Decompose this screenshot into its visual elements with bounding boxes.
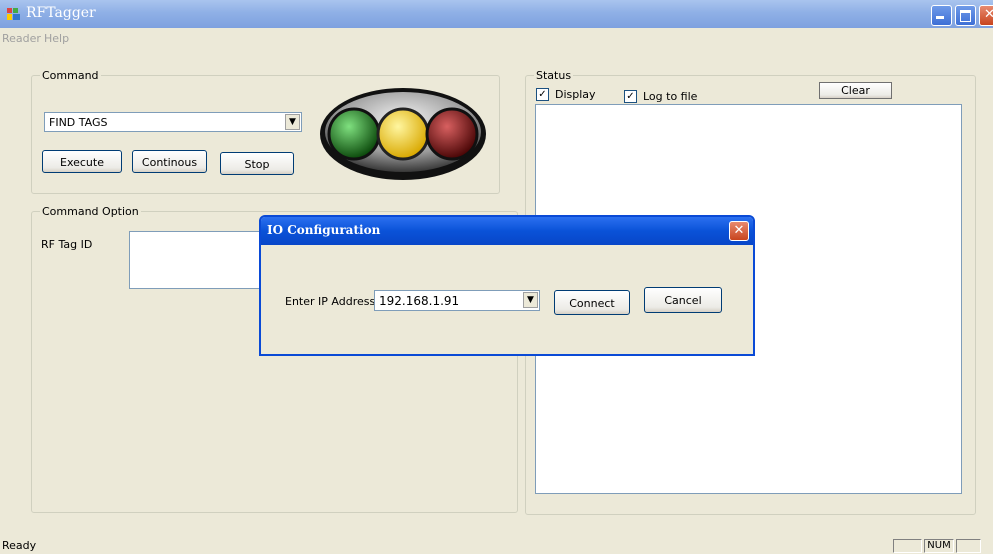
red-light <box>425 107 479 161</box>
command-legend: Command <box>40 69 101 82</box>
command-select-value: FIND TAGS <box>49 116 108 129</box>
ip-address-combo[interactable]: 192.168.1.91 ▼ <box>374 290 540 311</box>
maximize-button[interactable] <box>955 5 976 26</box>
check-icon[interactable]: ✓ <box>624 90 637 103</box>
green-light <box>327 107 381 161</box>
command-select[interactable]: FIND TAGS ▼ <box>44 112 302 132</box>
chevron-down-icon[interactable]: ▼ <box>285 114 300 130</box>
maximize-icon <box>960 10 971 22</box>
status-text: Ready <box>2 539 37 552</box>
status-bar: Ready NUM <box>0 538 993 554</box>
close-button[interactable]: ✕ <box>979 5 993 26</box>
chevron-down-icon[interactable]: ▼ <box>523 292 538 308</box>
status-panel-scrl <box>956 539 981 553</box>
app-icon <box>6 6 22 22</box>
status-panel-num: NUM <box>924 539 954 553</box>
window-title: RFTagger <box>26 5 96 21</box>
execute-button[interactable]: Execute <box>42 150 122 173</box>
ip-address-label: Enter IP Address <box>285 295 376 308</box>
command-option-legend: Command Option <box>40 205 141 218</box>
menu-reader[interactable]: Reader <box>2 32 41 45</box>
dialog-title-bar[interactable]: IO Configuration ✕ <box>261 217 753 245</box>
ip-address-value[interactable]: 192.168.1.91 <box>379 294 459 308</box>
log-to-file-label: Log to file <box>643 90 698 103</box>
dialog-title: IO Configuration <box>267 223 381 237</box>
io-configuration-dialog: IO Configuration ✕ Enter IP Address 192.… <box>259 215 755 356</box>
display-label: Display <box>555 88 596 101</box>
clear-button[interactable]: Clear <box>819 82 892 99</box>
check-icon[interactable]: ✓ <box>536 88 549 101</box>
menu-help[interactable]: Help <box>44 32 69 45</box>
minimize-button[interactable] <box>931 5 952 26</box>
rf-tag-label: RF Tag ID <box>41 238 93 251</box>
menu-bar: Reader Help <box>0 28 993 50</box>
command-group: Command FIND TAGS ▼ Execute Continous St… <box>31 69 500 194</box>
minimize-icon <box>936 16 944 19</box>
main-window: RFTagger ✕ Reader Help Command FIND TAGS… <box>0 0 993 554</box>
stop-button[interactable]: Stop <box>220 152 294 175</box>
log-to-file-checkbox[interactable]: ✓ Log to file <box>624 90 697 103</box>
status-panel-caps <box>893 539 922 553</box>
close-icon: ✕ <box>984 7 993 22</box>
continous-button[interactable]: Continous <box>132 150 207 173</box>
traffic-light <box>318 84 488 184</box>
yellow-light <box>376 107 430 161</box>
status-legend: Status <box>534 69 574 82</box>
display-checkbox[interactable]: ✓ Display <box>536 88 596 101</box>
cancel-button[interactable]: Cancel <box>644 287 722 313</box>
dialog-close-button[interactable]: ✕ <box>729 221 749 241</box>
close-icon: ✕ <box>733 223 745 238</box>
connect-button[interactable]: Connect <box>554 290 630 315</box>
title-bar[interactable]: RFTagger ✕ <box>0 0 993 28</box>
